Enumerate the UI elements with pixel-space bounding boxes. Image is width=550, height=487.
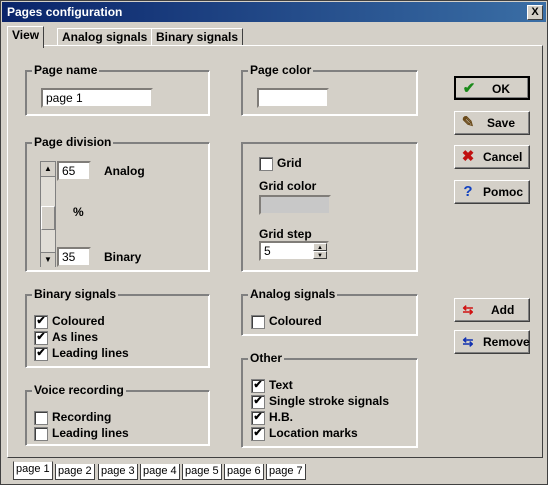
other-text-label: Text xyxy=(269,378,293,392)
help-label: Pomoc xyxy=(483,185,524,199)
grid-checkbox-label: Grid xyxy=(277,156,302,170)
voice-leading-lines-checkbox[interactable] xyxy=(34,427,48,441)
remove-label: Remove xyxy=(483,335,530,349)
binary-signals-title: Binary signals xyxy=(32,287,119,301)
location-marks-label: Location marks xyxy=(269,426,358,440)
analog-label: Analog xyxy=(104,164,145,178)
x-icon: ✖ xyxy=(461,148,475,165)
percent-label: % xyxy=(73,205,84,219)
spin-up-icon[interactable]: ▲ xyxy=(313,243,327,251)
grid-group: Grid Grid color Grid step 5 ▲ ▼ xyxy=(241,142,418,272)
recording-checkbox[interactable] xyxy=(34,411,48,425)
binary-percent-field[interactable]: 35 xyxy=(57,247,91,267)
page-tab-1[interactable]: page 1 xyxy=(13,461,53,480)
hb-checkbox[interactable]: ✔ xyxy=(251,411,265,425)
page-color-title: Page color xyxy=(248,63,314,77)
voice-recording-group: Voice recording Recording Leading lines xyxy=(25,383,210,446)
division-scrollbar[interactable]: ▲ ▼ xyxy=(40,161,56,267)
cancel-button[interactable]: ✖ Cancel xyxy=(454,145,530,169)
grid-color-label: Grid color xyxy=(259,179,317,193)
binary-leading-lines-label: Leading lines xyxy=(52,346,129,360)
binary-signals-group: Binary signals ✔ Coloured ✔ As lines ✔ L… xyxy=(25,287,210,368)
binary-coloured-checkbox[interactable]: ✔ xyxy=(34,315,48,329)
location-marks-checkbox[interactable]: ✔ xyxy=(251,427,265,441)
add-page-icon: ⇆ xyxy=(462,302,474,317)
page-tab-4[interactable]: page 4 xyxy=(140,464,180,480)
page-division-title: Page division xyxy=(32,135,114,149)
analog-coloured-checkbox[interactable] xyxy=(251,315,265,329)
analog-percent-field[interactable]: 65 xyxy=(57,161,91,181)
view-tab-panel: Page name Page color Page division ▲ ▼ 6… xyxy=(7,45,543,458)
single-stroke-checkbox[interactable]: ✔ xyxy=(251,395,265,409)
pencil-icon: ✎ xyxy=(461,114,475,131)
recording-label: Recording xyxy=(52,410,112,424)
page-tab-2[interactable]: page 2 xyxy=(55,464,95,480)
grid-color-swatch[interactable] xyxy=(259,195,331,215)
page-color-swatch[interactable] xyxy=(257,88,329,108)
page-tab-5[interactable]: page 5 xyxy=(182,464,222,480)
page-name-title: Page name xyxy=(32,63,100,77)
analog-signals-title: Analog signals xyxy=(248,287,338,301)
page-tab-6[interactable]: page 6 xyxy=(224,464,264,480)
save-label: Save xyxy=(487,116,516,130)
save-button[interactable]: ✎ Save xyxy=(454,111,530,135)
voice-leading-lines-label: Leading lines xyxy=(52,426,129,440)
page-tab-7[interactable]: page 7 xyxy=(266,464,306,480)
remove-page-icon: ⇆ xyxy=(462,334,474,349)
tab-analog-signals[interactable]: Analog signals xyxy=(57,28,153,46)
cancel-label: Cancel xyxy=(483,150,523,164)
scroll-up-arrow-icon[interactable]: ▲ xyxy=(41,162,55,177)
analog-signals-group: Analog signals Coloured xyxy=(241,287,418,336)
pages-configuration-dialog: Pages configuration X View Analog signal… xyxy=(0,0,548,485)
binary-label: Binary xyxy=(104,250,142,264)
scroll-thumb[interactable] xyxy=(41,206,55,230)
single-stroke-label: Single stroke signals xyxy=(269,394,390,408)
hb-label: H.B. xyxy=(269,410,293,424)
ok-button[interactable]: ✔ OK xyxy=(454,76,530,100)
help-button[interactable]: ? Pomoc xyxy=(454,180,530,204)
voice-recording-title: Voice recording xyxy=(32,383,126,397)
page-name-input[interactable] xyxy=(41,88,153,108)
binary-as-lines-checkbox[interactable]: ✔ xyxy=(34,331,48,345)
other-group: Other ✔ Text ✔ Single stroke signals ✔ H… xyxy=(241,351,418,448)
grid-step-label: Grid step xyxy=(259,227,312,241)
tab-binary-signals[interactable]: Binary signals xyxy=(151,28,244,46)
other-text-checkbox[interactable]: ✔ xyxy=(251,379,265,393)
grid-checkbox[interactable] xyxy=(259,157,273,171)
ok-label: OK xyxy=(492,82,510,96)
add-button[interactable]: ⇆ Add xyxy=(454,298,530,322)
page-name-group: Page name xyxy=(25,63,210,116)
binary-as-lines-label: As lines xyxy=(52,330,99,344)
checkmark-icon: ✔ xyxy=(462,80,476,97)
binary-coloured-label: Coloured xyxy=(52,314,105,328)
page-tab-3[interactable]: page 3 xyxy=(98,464,138,480)
add-label: Add xyxy=(491,303,515,317)
analog-coloured-label: Coloured xyxy=(269,314,322,328)
grid-step-spinner[interactable]: ▲ ▼ xyxy=(313,243,327,259)
spin-down-icon[interactable]: ▼ xyxy=(313,251,327,259)
binary-leading-lines-checkbox[interactable]: ✔ xyxy=(34,347,48,361)
close-button[interactable]: X xyxy=(527,5,543,20)
title-bar: Pages configuration X xyxy=(2,2,546,22)
page-color-group: Page color xyxy=(241,63,418,116)
window-title: Pages configuration xyxy=(7,5,123,19)
page-division-group: Page division ▲ ▼ 65 Analog % 35 Binary xyxy=(25,135,210,272)
question-mark-icon: ? xyxy=(463,183,473,200)
other-title: Other xyxy=(248,351,285,365)
tab-view[interactable]: View xyxy=(7,26,45,48)
scroll-down-arrow-icon[interactable]: ▼ xyxy=(41,252,55,267)
remove-button[interactable]: ⇆ Remove xyxy=(454,330,530,354)
